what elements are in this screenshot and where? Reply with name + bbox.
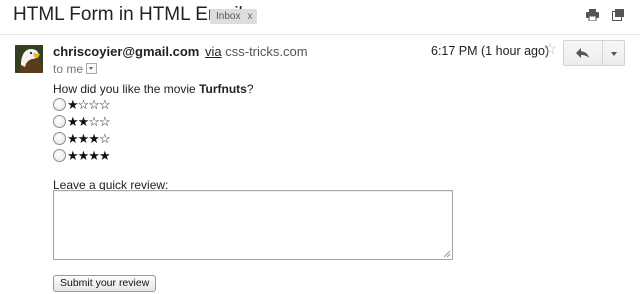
via-domain: css-tricks.com [225, 44, 308, 59]
rating-option-1[interactable]: ★☆☆☆ [53, 96, 111, 112]
rating-question: How did you like the movie Turfnuts? [53, 82, 254, 96]
star-outline-icon[interactable]: ☆ [543, 42, 557, 58]
email-subject: HTML Form in HTML Email [13, 4, 243, 25]
sender-line: chriscoyier@gmail.com via css-tricks.com [53, 44, 308, 59]
recipients-toggle-icon[interactable] [86, 63, 98, 75]
rating-stars-1: ★☆☆☆ [67, 96, 111, 112]
avatar [15, 45, 43, 73]
more-actions-button[interactable] [603, 41, 624, 65]
printer-icon[interactable] [586, 9, 599, 21]
rating-stars-4: ★★★★ [67, 147, 111, 163]
rating-option-2[interactable]: ★★☆☆ [53, 113, 111, 129]
inbox-label-text: Inbox [216, 11, 241, 22]
remove-label-x[interactable]: x [247, 11, 252, 22]
rating-option-3[interactable]: ★★★☆ [53, 130, 111, 146]
rating-stars-2: ★★☆☆ [67, 113, 111, 129]
rating-stars-3: ★★★☆ [67, 130, 111, 146]
movie-title: Turfnuts [199, 82, 247, 96]
sender-email[interactable]: chriscoyier@gmail.com [53, 44, 199, 59]
new-window-icon[interactable] [612, 9, 624, 21]
rating-radio-2[interactable] [53, 115, 66, 129]
message-time: 6:17 PM (1 hour ago) [431, 44, 550, 58]
eagle-avatar-icon [15, 45, 43, 73]
to-me-text: to me [53, 62, 84, 76]
resize-grip-icon[interactable] [443, 250, 451, 258]
reply-arrow-icon [576, 48, 589, 58]
question-suffix: ? [246, 82, 254, 96]
review-textarea[interactable] [53, 190, 453, 260]
rating-radio-3[interactable] [53, 132, 66, 146]
recipients-line: to me [53, 62, 98, 76]
reply-button[interactable] [564, 41, 603, 65]
rating-option-4[interactable]: ★★★★ [53, 147, 111, 163]
reply-button-group [563, 40, 625, 66]
submit-review-button[interactable]: Submit your review [53, 275, 157, 292]
rating-radio-1[interactable] [53, 98, 66, 112]
inbox-label-badge[interactable]: Inbox x [210, 9, 258, 24]
question-prefix: How did you like the movie [53, 82, 200, 96]
header-divider [0, 34, 640, 35]
rating-radio-4[interactable] [53, 149, 66, 163]
via-link[interactable]: via [205, 44, 222, 59]
